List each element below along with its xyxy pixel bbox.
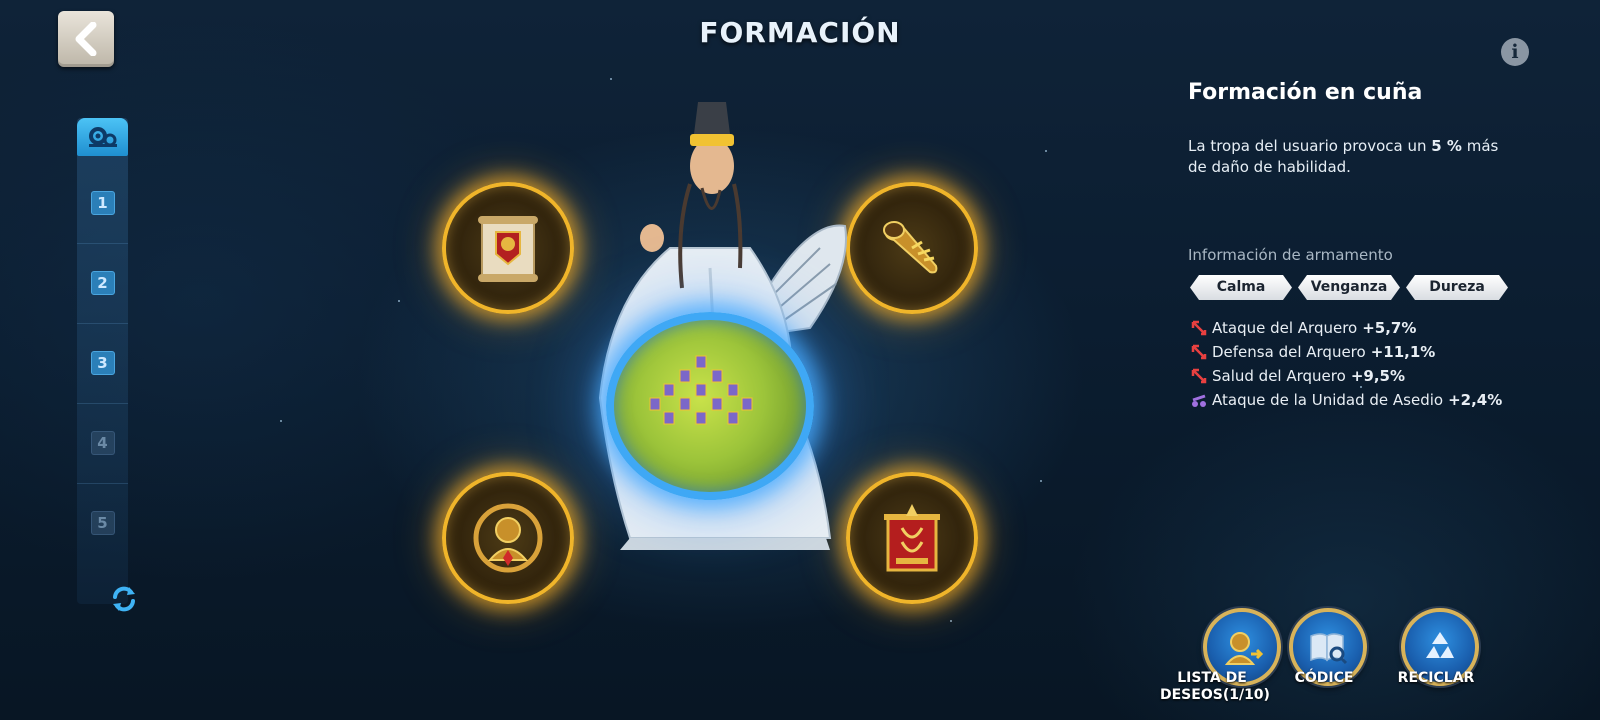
star-decoration	[950, 620, 952, 622]
golden-horn-icon	[883, 221, 938, 274]
equipment-slot-top-right[interactable]	[846, 182, 978, 314]
armament-stat: Ataque de la Unidad de Asedio +2,4%	[1190, 389, 1502, 411]
equipment-slot-bottom-right[interactable]	[846, 472, 978, 604]
armament-tag[interactable]: Calma	[1190, 275, 1292, 300]
archer-icon	[1191, 344, 1207, 360]
star-decoration	[1040, 480, 1042, 482]
star-decoration	[1045, 150, 1047, 152]
armament-tag[interactable]: Venganza	[1298, 275, 1400, 300]
recycle-label: RECICLAR	[1397, 670, 1475, 686]
formation-settings-tab[interactable]	[77, 118, 128, 156]
codex-label: CÓDICE	[1294, 670, 1354, 686]
armament-tag[interactable]: Dureza	[1406, 275, 1508, 300]
golden-bust-icon	[473, 503, 543, 573]
formation-slot-1[interactable]: 1	[77, 163, 128, 244]
red-banner-icon	[884, 504, 940, 572]
equipment-slot-bottom-left[interactable]	[442, 472, 574, 604]
formation-slot-3[interactable]: 3	[77, 323, 128, 404]
slot-number: 2	[90, 271, 115, 295]
armament-stat: Defensa del Arquero +11,1%	[1190, 341, 1435, 363]
wishlist-label: LISTA DE DESEOS(1/10)	[1160, 670, 1270, 703]
book-search-icon	[1310, 633, 1348, 665]
banner-scroll-icon	[478, 216, 538, 282]
page-title: FORMACIÓN	[699, 16, 901, 49]
slot-number: 4	[90, 431, 115, 455]
armament-title: Información de armamento	[1188, 246, 1393, 264]
armament-stat: Salud del Arquero +9,5%	[1190, 365, 1405, 387]
slot-number: 3	[90, 351, 115, 375]
recycle-icon	[1426, 632, 1454, 658]
commander-swap-icon	[1224, 632, 1264, 665]
archer-icon	[1191, 320, 1207, 336]
formation-slot-5[interactable]: 5	[77, 483, 128, 563]
refresh-icon[interactable]	[109, 584, 139, 614]
slot-number: 1	[90, 191, 115, 215]
formation-slot-2[interactable]: 2	[77, 243, 128, 324]
siege-icon	[1192, 394, 1206, 407]
archer-icon	[1191, 368, 1207, 384]
info-icon[interactable]: i	[1501, 38, 1529, 66]
formation-slot-4[interactable]: 4	[77, 403, 128, 484]
formation-description: La tropa del usuario provoca un 5 % más …	[1188, 137, 1499, 176]
star-decoration	[280, 420, 282, 422]
star-decoration	[398, 300, 400, 302]
armament-stat: Ataque del Arquero +5,7%	[1190, 317, 1416, 339]
troop-formation-icon	[649, 355, 753, 425]
slot-number: 5	[90, 511, 115, 535]
gear-icon	[88, 127, 117, 147]
star-decoration	[610, 78, 612, 80]
equipment-slot-top-left[interactable]	[442, 182, 574, 314]
formation-name: Formación en cuña	[1188, 80, 1423, 105]
